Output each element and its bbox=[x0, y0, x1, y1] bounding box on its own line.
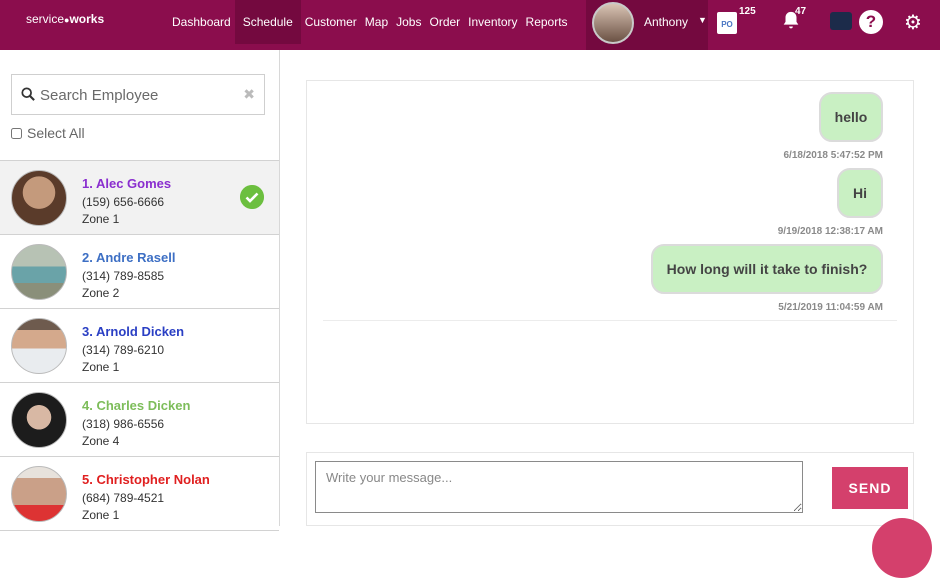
user-menu[interactable]: Anthony ▼ bbox=[586, 0, 708, 50]
user-avatar bbox=[592, 2, 634, 44]
employee-avatar bbox=[11, 466, 67, 522]
po-count-badge: 125 bbox=[739, 6, 756, 17]
employee-search-input[interactable] bbox=[40, 83, 240, 107]
employee-item[interactable]: 2. Andre Rasell (314) 789-8585 Zone 2 bbox=[0, 235, 279, 309]
employee-name: 4. Charles Dicken bbox=[82, 398, 191, 413]
compose-bar: SEND bbox=[306, 452, 914, 526]
employee-phone: (684) 789-4521 bbox=[82, 491, 165, 505]
employee-zone: Zone 1 bbox=[82, 360, 120, 374]
floating-action-button[interactable] bbox=[872, 518, 932, 578]
message-bubble: hello bbox=[819, 92, 883, 142]
employee-item[interactable]: 1. Alec Gomes (159) 656-6666 Zone 1 bbox=[0, 161, 279, 235]
employee-phone: (314) 789-8585 bbox=[82, 269, 165, 283]
employee-zone: Zone 2 bbox=[82, 286, 120, 300]
app-logo[interactable]: service●works bbox=[26, 12, 104, 26]
nav-order[interactable]: Order bbox=[425, 0, 464, 44]
employee-sidebar: ✖ Select All 1. Alec Gomes (159) 656-666… bbox=[0, 50, 280, 531]
employee-phone: (318) 986-6556 bbox=[82, 417, 165, 431]
employee-zone: Zone 1 bbox=[82, 212, 120, 226]
message-bubble: Hi bbox=[837, 168, 883, 218]
employee-name: 3. Arnold Dicken bbox=[82, 324, 185, 339]
chat-panel: hello 6/18/2018 5:47:52 PM Hi 9/19/2018 … bbox=[306, 80, 914, 424]
employee-zone: Zone 1 bbox=[82, 508, 120, 522]
gear-icon[interactable]: ⚙ bbox=[904, 10, 922, 35]
main-nav: Dashboard Schedule Customer Map Jobs Ord… bbox=[168, 0, 572, 44]
employee-list: 1. Alec Gomes (159) 656-6666 Zone 1 2. A… bbox=[0, 160, 279, 531]
message-timestamp: 9/19/2018 12:38:17 AM bbox=[777, 226, 883, 237]
employee-avatar bbox=[11, 244, 67, 300]
employee-avatar bbox=[11, 318, 67, 374]
check-circle-icon bbox=[240, 185, 264, 209]
message-input[interactable] bbox=[315, 461, 803, 513]
employee-name: 1. Alec Gomes bbox=[82, 176, 172, 191]
caret-down-icon: ▼ bbox=[698, 15, 707, 25]
employee-name: 2. Andre Rasell bbox=[82, 250, 176, 265]
nav-map[interactable]: Map bbox=[361, 0, 392, 44]
message-bubble: How long will it take to finish? bbox=[651, 244, 883, 294]
select-all-control[interactable]: Select All bbox=[11, 125, 85, 141]
employee-item[interactable]: 3. Arnold Dicken (314) 789-6210 Zone 1 bbox=[0, 309, 279, 383]
select-all-checkbox[interactable] bbox=[11, 127, 22, 139]
user-name: Anthony bbox=[644, 15, 689, 29]
search-icon bbox=[21, 87, 35, 101]
nav-customer[interactable]: Customer bbox=[301, 0, 361, 44]
nav-inventory[interactable]: Inventory bbox=[464, 0, 521, 44]
nav-dashboard[interactable]: Dashboard bbox=[168, 0, 235, 44]
briefcase-icon[interactable] bbox=[830, 12, 852, 30]
message-timestamp: 5/21/2019 11:04:59 AM bbox=[778, 302, 883, 313]
employee-item[interactable]: 4. Charles Dicken (318) 986-6556 Zone 4 bbox=[0, 383, 279, 457]
employee-name: 5. Christopher Nolan bbox=[82, 472, 210, 487]
employee-avatar bbox=[11, 170, 67, 226]
notification-count-badge: 47 bbox=[795, 6, 807, 17]
top-navbar: service●works Dashboard Schedule Custome… bbox=[0, 0, 940, 50]
employee-avatar bbox=[11, 392, 67, 448]
employee-zone: Zone 4 bbox=[82, 434, 120, 448]
nav-schedule[interactable]: Schedule bbox=[234, 0, 301, 44]
message-thread: hello 6/18/2018 5:47:52 PM Hi 9/19/2018 … bbox=[323, 81, 897, 321]
nav-reports[interactable]: Reports bbox=[522, 0, 572, 44]
employee-item[interactable]: 5. Christopher Nolan (684) 789-4521 Zone… bbox=[0, 457, 279, 531]
employee-search-box: ✖ bbox=[11, 74, 265, 115]
help-icon[interactable]: ? bbox=[859, 10, 883, 34]
message-timestamp: 6/18/2018 5:47:52 PM bbox=[783, 150, 883, 161]
employee-phone: (159) 656-6666 bbox=[82, 195, 165, 209]
clear-search-icon[interactable]: ✖ bbox=[243, 86, 255, 103]
nav-jobs[interactable]: Jobs bbox=[392, 0, 425, 44]
select-all-label: Select All bbox=[27, 125, 85, 141]
purchase-order-icon[interactable]: PO bbox=[717, 12, 737, 34]
send-button[interactable]: SEND bbox=[832, 467, 908, 509]
employee-phone: (314) 789-6210 bbox=[82, 343, 165, 357]
